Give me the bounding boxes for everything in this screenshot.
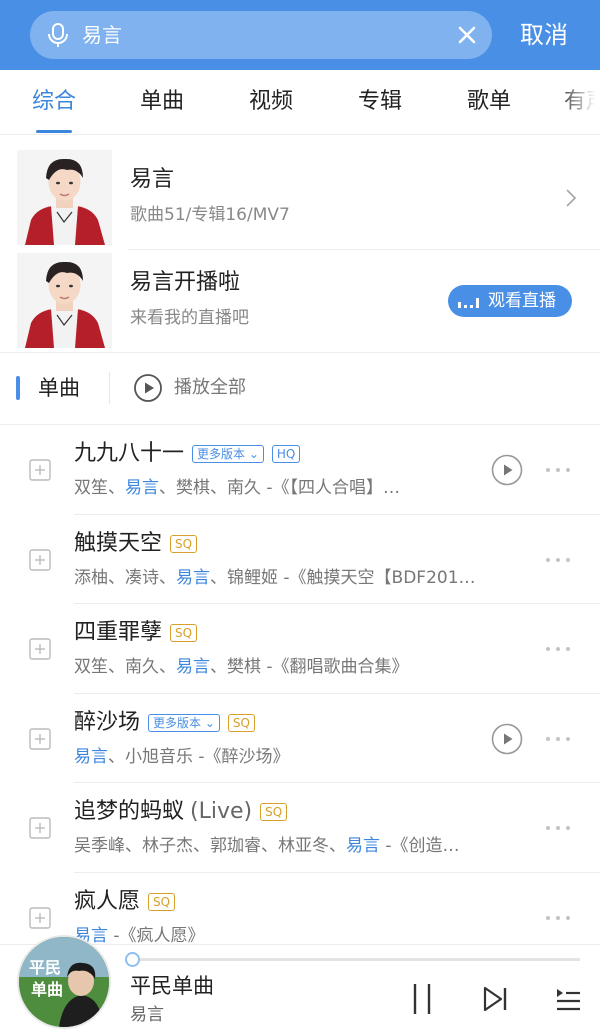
song-title-line: 疯人愿 SQ <box>74 885 176 919</box>
song-row[interactable]: 触摸天空 SQ 添柚、凑诗、易言、锦鲤姬 -《触摸天空【BDF201… <box>0 515 600 604</box>
chevron-right-icon <box>566 189 577 207</box>
add-icon[interactable] <box>29 548 51 571</box>
song-title-line: 醉沙场 更多版本 ⌄ SQ <box>74 706 255 740</box>
divider <box>109 372 110 404</box>
category-tabs: 综合 单曲 视频 专辑 歌单 有声 <box>0 70 600 135</box>
artist-avatar <box>17 150 112 245</box>
tab-all[interactable]: 综合 <box>32 86 76 118</box>
song-row[interactable]: 醉沙场 更多版本 ⌄ SQ 易言、小旭音乐 -《醉沙场》 <box>0 694 600 783</box>
song-description: 易言、小旭音乐 -《醉沙场》 <box>74 746 290 767</box>
tab-videos[interactable]: 视频 <box>249 86 293 118</box>
add-icon[interactable] <box>29 727 51 750</box>
song-description: 双笙、南久、易言、樊棋 -《翻唱歌曲合集》 <box>74 657 409 677</box>
mic-icon[interactable] <box>44 21 72 49</box>
highlighted-match: 易言 <box>125 478 159 498</box>
now-playing-title: 平民单曲 <box>130 974 214 998</box>
more-icon[interactable] <box>543 548 573 572</box>
live-avatar <box>17 253 112 348</box>
live-subtitle: 来看我的直播吧 <box>130 308 249 328</box>
search-input[interactable]: 易言 <box>82 21 122 49</box>
quality-badge: SQ <box>227 713 255 732</box>
more-icon[interactable] <box>543 637 573 661</box>
song-description: 吴季峰、林子杰、郭珈睿、林亚冬、易言 -《创造… <box>74 836 460 856</box>
top-bar: 易言 取消 <box>0 0 600 70</box>
artist-card[interactable]: 易言 歌曲51/专辑16/MV7 <box>0 150 600 252</box>
song-title: 醉沙场 <box>74 709 141 735</box>
song-row[interactable]: 九九八十一 更多版本 ⌄ HQ 双笙、易言、樊棋、南久 -《【四人合唱】… <box>0 425 600 514</box>
song-title-line: 四重罪孽 SQ <box>74 616 198 650</box>
quality-badge: SQ <box>170 534 198 553</box>
watch-live-button[interactable]: 观看直播 <box>448 285 572 317</box>
add-icon[interactable] <box>29 817 51 839</box>
watch-live-label: 观看直播 <box>488 291 556 311</box>
progress-bar[interactable] <box>125 952 580 967</box>
song-title: 追梦的蚂蚁 <box>74 799 185 824</box>
song-title: 触摸天空 <box>74 530 163 556</box>
progress-knob[interactable] <box>125 952 140 967</box>
now-playing-artist: 易言 <box>130 1005 164 1025</box>
svg-text:平民: 平民 <box>29 958 61 977</box>
pause-icon[interactable] <box>408 981 436 1017</box>
song-title: 四重罪孽 <box>74 620 163 645</box>
search-box[interactable]: 易言 <box>30 11 492 59</box>
add-icon[interactable] <box>29 638 51 660</box>
song-title: 九九八十一 <box>74 441 185 466</box>
more-versions-tag[interactable]: 更多版本 ⌄ <box>192 445 264 463</box>
next-icon[interactable] <box>481 985 509 1013</box>
tab-albums[interactable]: 专辑 <box>358 86 402 118</box>
song-title-line: 追梦的蚂蚁 (Live) SQ <box>74 795 288 829</box>
quality-badge: HQ <box>271 445 301 463</box>
more-icon[interactable] <box>543 727 573 751</box>
mv-play-icon[interactable] <box>491 454 523 486</box>
songs-section-header: 单曲 播放全部 <box>0 352 600 424</box>
album-cover[interactable]: 平民 单曲 <box>19 937 109 1027</box>
highlighted-match: 易言 <box>176 567 210 588</box>
mini-player[interactable]: 平民 单曲 平民单曲 易言 <box>0 937 600 1035</box>
section-marker <box>16 376 20 400</box>
quality-badge: SQ <box>260 803 288 821</box>
add-icon[interactable] <box>29 459 51 481</box>
song-description: 添柚、凑诗、易言、锦鲤姬 -《触摸天空【BDF201… <box>74 567 476 588</box>
live-bars-icon <box>458 298 479 308</box>
song-row[interactable]: 追梦的蚂蚁 (Live) SQ 吴季峰、林子杰、郭珈睿、林亚冬、易言 -《创造… <box>0 783 600 872</box>
more-versions-tag[interactable]: 更多版本 ⌄ <box>148 713 220 732</box>
clear-icon[interactable] <box>452 20 482 50</box>
more-icon[interactable] <box>543 458 573 482</box>
highlighted-match: 易言 <box>176 657 210 677</box>
mv-play-icon[interactable] <box>491 723 523 755</box>
cancel-button[interactable]: 取消 <box>520 17 568 53</box>
play-circle-icon[interactable] <box>133 373 163 403</box>
song-subtitle: (Live) <box>190 799 253 824</box>
tab-playlists[interactable]: 歌单 <box>467 86 511 118</box>
quality-badge: SQ <box>170 624 198 642</box>
song-description: 双笙、易言、樊棋、南久 -《【四人合唱】… <box>74 478 401 498</box>
live-title: 易言开播啦 <box>130 270 241 295</box>
active-tab-indicator <box>36 130 72 133</box>
song-title-line: 触摸天空 SQ <box>74 527 198 561</box>
section-title: 单曲 <box>38 376 80 400</box>
quality-badge: SQ <box>148 892 176 911</box>
divider <box>128 249 600 250</box>
tab-songs[interactable]: 单曲 <box>140 86 184 118</box>
song-title-line: 九九八十一 更多版本 ⌄ HQ <box>74 437 301 471</box>
tab-fade <box>556 70 600 134</box>
play-all-button[interactable]: 播放全部 <box>174 374 246 402</box>
playlist-icon[interactable] <box>554 985 582 1013</box>
more-icon[interactable] <box>543 906 573 930</box>
highlighted-match: 易言 <box>346 836 380 856</box>
artist-stats: 歌曲51/专辑16/MV7 <box>130 205 290 225</box>
svg-text:单曲: 单曲 <box>31 980 63 999</box>
song-title: 疯人愿 <box>74 888 141 914</box>
song-row[interactable]: 四重罪孽 SQ 双笙、南久、易言、樊棋 -《翻唱歌曲合集》 <box>0 604 600 693</box>
more-icon[interactable] <box>543 816 573 840</box>
artist-name: 易言 <box>130 167 175 192</box>
highlighted-match: 易言 <box>74 746 108 767</box>
add-icon[interactable] <box>29 906 51 929</box>
